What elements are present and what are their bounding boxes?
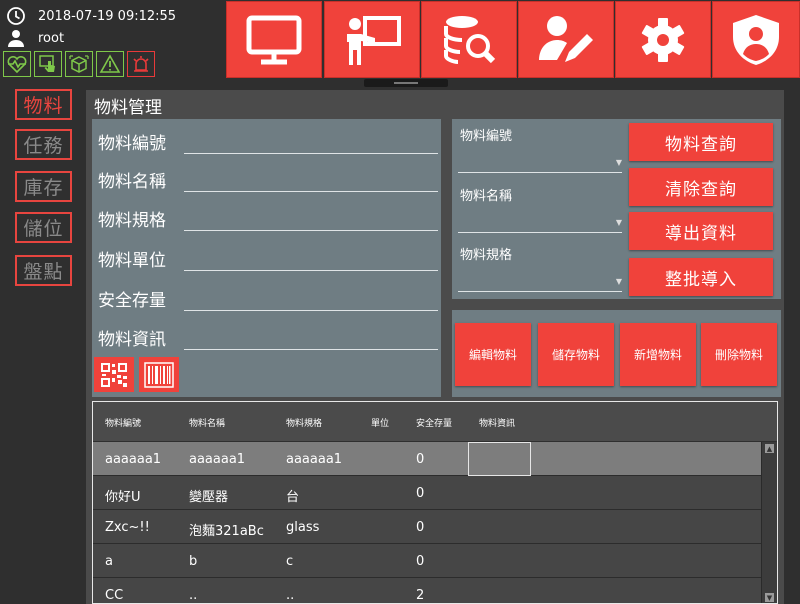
top-header: 2018-07-19 09:12:55 root — [0, 0, 800, 87]
user-edit-icon — [539, 15, 593, 62]
save-material-button[interactable]: 儲存物料 — [538, 323, 614, 386]
nav-user-shield-button[interactable] — [712, 1, 800, 78]
form-row-material-spec: 物料規格 — [98, 203, 438, 233]
table-row[interactable]: CC .. .. 2 — [93, 578, 761, 603]
monitor-icon — [246, 15, 302, 64]
nav-settings-button[interactable] — [615, 1, 711, 78]
status-icon-bar — [3, 51, 155, 77]
database-search-icon — [444, 15, 496, 64]
drag-handle[interactable] — [364, 79, 448, 87]
datetime-row: 2018-07-19 09:12:55 — [6, 6, 176, 26]
material-id-input[interactable] — [184, 130, 438, 154]
table-row[interactable]: Zxc~!! 泡麵321aBc glass 0 — [93, 510, 761, 544]
add-material-button[interactable]: 新增物料 — [620, 323, 696, 386]
sidebar-item-material[interactable]: 物料 — [15, 89, 72, 120]
table-vertical-scrollbar[interactable]: ▲ ▼ — [761, 442, 777, 603]
search-material-button[interactable]: 物料查詢 — [629, 123, 773, 161]
table-header: 物料編號 物料名稱 物料規格 單位 安全存量 物料資訊 — [93, 402, 777, 442]
table-row[interactable]: a b c 0 — [93, 544, 761, 578]
delete-material-button[interactable]: 刪除物料 — [701, 323, 777, 386]
form-row-safety-stock: 安全存量 — [98, 283, 438, 313]
search-material-name-field[interactable]: 物料名稱 ▼ — [458, 185, 622, 237]
barcode-icon — [144, 361, 174, 388]
material-unit-input[interactable] — [184, 247, 438, 271]
form-row-material-unit: 物料單位 — [98, 243, 438, 273]
material-spec-input[interactable] — [184, 207, 438, 231]
user-row: root — [6, 28, 64, 48]
nav-monitor-button[interactable] — [226, 1, 322, 78]
dropdown-arrow-icon[interactable]: ▼ — [616, 158, 622, 167]
dropdown-arrow-icon[interactable]: ▼ — [616, 277, 622, 286]
sidebar-item-stocktake[interactable]: 盤點 — [15, 255, 72, 286]
presentation-icon — [347, 15, 401, 65]
touch-icon[interactable] — [34, 51, 62, 77]
box-scan-icon[interactable] — [65, 51, 93, 77]
edit-material-button[interactable]: 編輯物料 — [455, 323, 531, 386]
form-row-material-name: 物料名稱 — [98, 164, 438, 194]
safety-stock-input[interactable] — [184, 287, 438, 311]
warning-icon[interactable] — [96, 51, 124, 77]
user-icon — [6, 28, 26, 48]
column-header[interactable]: 安全存量 — [416, 416, 452, 429]
scroll-down-icon[interactable]: ▼ — [765, 593, 774, 602]
focused-cell[interactable] — [468, 442, 531, 476]
material-table: 物料編號 物料名稱 物料規格 單位 安全存量 物料資訊 aaaaaa1 aaaa… — [92, 401, 778, 604]
dropdown-arrow-icon[interactable]: ▼ — [616, 218, 622, 227]
heartbeat-icon[interactable] — [3, 51, 31, 77]
sidebar-item-task[interactable]: 任務 — [15, 129, 72, 160]
batch-import-button[interactable]: 整批導入 — [629, 258, 773, 296]
export-data-button[interactable]: 導出資料 — [629, 212, 773, 250]
nav-database-search-button[interactable] — [421, 1, 517, 78]
username-text: root — [38, 30, 65, 46]
clear-search-button[interactable]: 清除查詢 — [629, 168, 773, 206]
barcode-button[interactable] — [139, 357, 179, 392]
search-panel: 物料編號 ▼ 物料名稱 ▼ 物料規格 ▼ 物料查詢 清除查詢 導出資料 整批導入 — [452, 119, 781, 299]
scroll-up-icon[interactable]: ▲ — [765, 444, 774, 453]
qr-code-button[interactable] — [94, 357, 134, 392]
material-management-panel: 物料管理 物料編號 物料名稱 物料規格 物料單位 安全存量 物料資訊 物料編號 … — [86, 90, 784, 604]
form-row-material-id: 物料編號 — [98, 126, 438, 156]
nav-user-edit-button[interactable] — [518, 1, 614, 78]
table-row[interactable]: 你好U 變壓器 台 0 — [93, 476, 761, 510]
search-material-id-field[interactable]: 物料編號 ▼ — [458, 125, 622, 177]
table-row[interactable]: aaaaaa1 aaaaaa1 aaaaaa1 0 — [93, 442, 761, 476]
gear-icon — [641, 17, 685, 62]
alarm-icon[interactable] — [127, 51, 155, 77]
material-form: 物料編號 物料名稱 物料規格 物料單位 安全存量 物料資訊 — [92, 119, 441, 397]
qr-code-icon — [101, 362, 127, 387]
page-title: 物料管理 — [94, 98, 162, 118]
form-row-material-info: 物料資訊 — [98, 322, 438, 352]
column-header[interactable]: 物料資訊 — [479, 416, 515, 429]
material-info-input[interactable] — [184, 326, 438, 350]
sidebar-item-inventory[interactable]: 庫存 — [15, 171, 72, 202]
clock-icon — [6, 6, 26, 26]
column-header[interactable]: 物料編號 — [105, 416, 141, 429]
column-header[interactable]: 單位 — [371, 416, 389, 429]
user-shield-icon — [733, 14, 779, 65]
search-material-spec-field[interactable]: 物料規格 ▼ — [458, 244, 622, 296]
datetime-text: 2018-07-19 09:12:55 — [38, 8, 177, 24]
material-name-input[interactable] — [184, 168, 438, 192]
nav-presentation-button[interactable] — [324, 1, 420, 78]
action-panel: 編輯物料 儲存物料 新增物料 刪除物料 — [452, 310, 781, 397]
column-header[interactable]: 物料名稱 — [189, 416, 225, 429]
sidebar-item-storage[interactable]: 儲位 — [15, 212, 72, 243]
column-header[interactable]: 物料規格 — [286, 416, 322, 429]
